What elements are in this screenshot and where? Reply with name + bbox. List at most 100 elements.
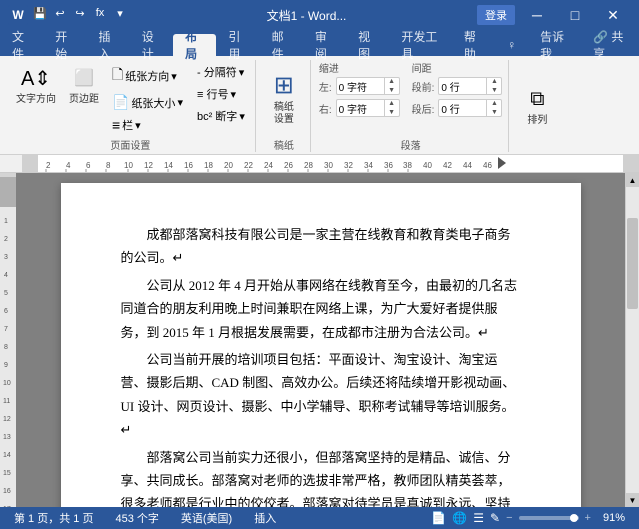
indent-left-label: 左: [319,79,332,94]
undo-quick-icon[interactable]: ↩ [52,5,68,21]
scrollbar-thumb[interactable] [627,218,638,310]
horizontal-ruler: 2 4 6 8 10 12 14 16 18 20 22 24 26 28 30… [0,155,639,173]
tab-developer[interactable]: 开发工具 [389,34,452,56]
zoom-slider[interactable] [519,516,579,520]
svg-text:32: 32 [344,161,353,170]
tab-review[interactable]: 审阅 [303,34,346,56]
indent-left-down[interactable]: ▼ [385,86,399,95]
spacing-before-input[interactable]: 0 行 ▲ ▼ [438,77,502,95]
view-web-icon[interactable]: 🌐 [452,511,467,525]
indent-right-input[interactable]: 0 字符 ▲ ▼ [336,99,400,117]
spacing-after-input[interactable]: 0 行 ▲ ▼ [438,99,502,117]
vertical-scrollbar[interactable]: ▲ ▼ [625,173,639,507]
save-quick-icon[interactable]: 💾 [32,5,48,21]
maximize-button[interactable]: □ [557,5,593,25]
zoom-in-btn[interactable]: + [585,512,591,524]
ribbon-tabs-wrapper: 文件 开始 插入 设计 布局 引用 邮件 审阅 视图 开发工具 帮助 ♀ 告诉我… [0,30,639,56]
tab-bulb-icon[interactable]: ♀ [495,34,528,56]
margins-button[interactable]: ⬜ 页边距 [64,60,104,108]
tab-help[interactable]: 帮助 [452,34,495,56]
ribbon-group-paragraph: 缩进 左: 0 字符 ▲ ▼ 右: 0 字符 [313,60,510,152]
scrollbar-down-btn[interactable]: ▼ [626,493,639,507]
svg-text:17: 17 [3,506,11,507]
svg-text:30: 30 [324,161,333,170]
svg-text:6: 6 [4,308,8,315]
insert-mode[interactable]: 插入 [248,509,282,527]
orientation-button[interactable]: 🗋 纸张方向 ▾ [108,62,187,90]
minimize-button[interactable]: ─ [519,5,555,25]
document-wrapper: 1 2 3 4 5 6 7 8 9 10 11 12 13 14 15 16 1… [0,173,639,507]
tab-share[interactable]: 🔗 共享 [581,34,639,56]
close-button[interactable]: ✕ [595,5,631,25]
manuscript-items: ⊞ 稿纸设置 [264,60,304,135]
view-outline-icon[interactable]: ☰ [473,511,484,525]
breaks-button[interactable]: - 分隔符 ▾ [193,62,249,82]
columns-button[interactable]: ≡ 栏 ▾ [108,115,187,135]
columns-label: 栏 [122,117,133,133]
tab-mailings[interactable]: 邮件 [260,34,303,56]
document-content[interactable]: 成都部落窝科技有限公司是一家主营在线教育和教育类电子商务的公司。↵ 公司从 20… [121,223,521,507]
spacing-before-down[interactable]: ▼ [487,86,501,95]
tab-view[interactable]: 视图 [346,34,389,56]
svg-text:9: 9 [4,362,8,369]
scrollbar-up-btn[interactable]: ▲ [626,173,639,187]
svg-text:10: 10 [3,380,11,387]
login-button[interactable]: 登录 [477,5,515,25]
orientation-dropdown-icon: ▾ [171,70,177,83]
zoom-percentage[interactable]: 91% [597,511,631,525]
tab-file[interactable]: 文件 [0,34,43,56]
view-print-icon[interactable]: 📄 [431,511,446,525]
document-scroll-area[interactable]: 成都部落窝科技有限公司是一家主营在线教育和教育类电子商务的公司。↵ 公司从 20… [16,173,625,507]
language[interactable]: 英语(美国) [175,509,238,527]
spacing-before-up[interactable]: ▲ [487,77,501,86]
orientation-label: 纸张方向 [125,68,169,84]
scrollbar-track[interactable] [626,187,639,493]
svg-text:20: 20 [224,161,233,170]
indent-left-up[interactable]: ▲ [385,77,399,86]
tab-home[interactable]: 开始 [43,34,86,56]
word-count[interactable]: 453 个字 [109,509,164,527]
svg-text:28: 28 [304,161,313,170]
indent-right-up[interactable]: ▲ [385,99,399,108]
paragraph-3: 公司当前开展的培训项目包括：平面设计、淘宝设计、淘宝运营、摄影后期、CAD 制图… [121,348,521,442]
tab-tell-me[interactable]: 告诉我 [528,34,581,56]
indent-right-down[interactable]: ▼ [385,108,399,117]
ribbon-content: A⇕ 文字方向 ⬜ 页边距 🗋 纸张方向 ▾ 📄 纸张大小 ▾ [0,56,639,155]
redo-quick-icon[interactable]: ↪ [72,5,88,21]
manuscript-icon: ⊞ [268,70,300,102]
arrange-btn[interactable]: ⧉ 排列 [517,81,557,129]
spacing-after-down[interactable]: ▼ [487,108,501,117]
indent-left-input[interactable]: 0 字符 ▲ ▼ [336,77,400,95]
view-draft-icon[interactable]: ✎ [490,511,500,525]
paragraph-group-label: 段落 [401,137,421,152]
zoom-out-btn[interactable]: − [506,512,512,524]
ruler-cursor-arrow [498,157,506,169]
svg-text:18: 18 [204,161,213,170]
dropdown-quick-icon[interactable]: ▾ [112,5,128,21]
ruler-main: 2 4 6 8 10 12 14 16 18 20 22 24 26 28 30… [38,155,623,172]
title-text: 文档1 - Word... [267,9,347,23]
indent-right-spinners[interactable]: ▲ ▼ [384,99,399,117]
arrange-label: 排列 [527,115,547,127]
svg-text:40: 40 [423,161,432,170]
hyphenation-button[interactable]: bc² 断字 ▾ [193,106,249,126]
svg-text:8: 8 [4,344,8,351]
tab-layout[interactable]: 布局 [173,34,216,56]
tab-insert[interactable]: 插入 [87,34,130,56]
text-direction-button[interactable]: A⇕ 文字方向 [12,60,60,108]
formula-quick-icon[interactable]: fx [92,5,108,21]
indent-left-spinners[interactable]: ▲ ▼ [384,77,399,95]
tab-design[interactable]: 设计 [130,34,173,56]
manuscript-btn[interactable]: ⊞ 稿纸设置 [264,68,304,128]
spacing-after-spinners[interactable]: ▲ ▼ [486,99,501,117]
line-numbers-button[interactable]: ≡ 行号 ▾ [193,84,249,104]
paragraph-items: 缩进 左: 0 字符 ▲ ▼ 右: 0 字符 [319,60,503,135]
paper-size-button[interactable]: 📄 纸张大小 ▾ [108,92,187,113]
page-info[interactable]: 第 1 页，共 1 页 [8,509,99,527]
spacing-after-up[interactable]: ▲ [487,99,501,108]
spacing-before-label: 段前: [412,79,435,94]
tab-references[interactable]: 引用 [216,34,259,56]
indent-label: 缩进 [319,60,400,75]
spacing-before-spinners[interactable]: ▲ ▼ [486,77,501,95]
arrange-icon: ⧉ [521,83,553,115]
